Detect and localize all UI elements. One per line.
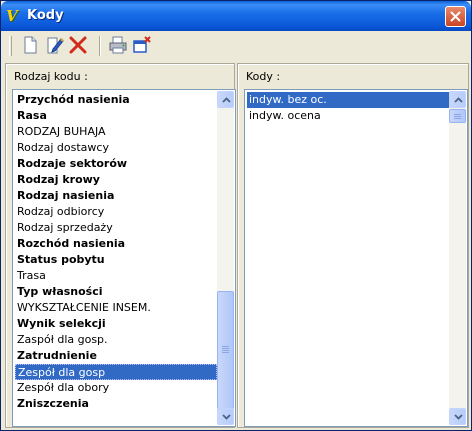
print-button[interactable] [107,34,129,56]
code-type-item[interactable]: Wynik selekcji [15,316,217,332]
edit-button[interactable] [43,34,65,56]
title-bar[interactable]: V Kody [1,1,471,31]
toolbar [5,32,467,59]
code-type-item[interactable]: WYKSZTAŁCENIE INSEM. [15,300,217,316]
code-type-item[interactable]: Zaspół dla gosp. [15,332,217,348]
code-type-item[interactable]: Trasa [15,268,217,284]
scroll-down-button[interactable] [217,408,234,425]
code-type-item[interactable]: Rodzaj nasienia [15,188,217,204]
code-type-item[interactable]: Rodzaj krowy [15,172,217,188]
toolbar-grip[interactable] [9,36,12,56]
code-type-item[interactable]: Typ własności [15,284,217,300]
delete-button[interactable] [67,34,89,56]
chevron-up-icon [222,97,231,103]
chevron-up-icon [454,97,463,103]
code-type-scrollbar[interactable] [217,91,234,425]
print-icon [109,36,127,54]
kody-window: V Kody Rodzaj kodu: Przychód nasienia R… [0,0,472,431]
chevron-down-icon [454,414,463,420]
edit-icon [47,37,64,54]
code-type-item[interactable]: Rodzaje sektorów [15,156,217,172]
code-type-list[interactable]: Przychód nasienia Rasa RODZAJ BUHAJA Rodzaj… [12,89,236,427]
code-type-item[interactable]: Przychód nasienia [15,92,217,108]
code-type-item[interactable]: Zespół dla gosp [15,364,217,380]
chevron-down-icon [222,414,231,420]
codes-list[interactable]: indyw. bez oc. indyw. ocena [244,89,468,427]
code-type-item[interactable]: Zatrudnienie [15,348,217,364]
codes-scroll-thumb[interactable] [449,109,466,123]
code-type-item[interactable]: Rodzaj odbiorcy [15,204,217,220]
codes-scroll-down-button[interactable] [449,408,466,425]
code-type-panel: Rodzaj kodu : Przychód nasienia Rasa RODZA… [5,63,236,428]
new-button[interactable] [19,34,41,56]
code-item[interactable]: indyw. ocena [247,108,449,124]
export-button[interactable] [131,34,153,56]
code-type-items: Przychód nasienia Rasa RODZAJ BUHAJA Rodzaj… [15,92,217,412]
code-type-item[interactable]: RODZAJ BUHAJA [15,124,217,140]
codes-scroll-up-button[interactable] [449,91,466,108]
code-type-item[interactable]: Rodzaj sprzedaży [15,220,217,236]
code-type-item[interactable]: Rozchód nasienia [15,236,217,252]
export-icon [133,36,151,53]
code-type-item[interactable]: Rodzaj dostawcy [15,140,217,156]
code-item[interactable]: indyw. bez oc. [247,92,449,108]
code-type-item[interactable]: Zespół dla obory [15,380,217,396]
codes-scrollbar[interactable] [449,91,466,425]
scroll-thumb[interactable] [217,291,234,409]
close-button[interactable] [445,6,466,27]
close-icon [450,11,461,22]
codes-label: Kody : [246,70,281,83]
scroll-up-button[interactable] [217,91,234,108]
code-type-label: Rodzaj kodu : [14,70,88,83]
delete-icon [69,36,87,54]
app-icon: V [6,7,18,25]
window-title: Kody [27,8,64,23]
code-type-item[interactable]: Status pobytu [15,252,217,268]
codes-panel: Kody : indyw. bez oc. indyw. ocena [237,63,469,428]
code-type-item[interactable]: Rasa [15,108,217,124]
toolbar-separator [99,36,101,56]
code-type-item[interactable]: Zniszczenia [15,396,217,412]
new-document-icon [24,36,37,54]
codes-items: indyw. bez oc. indyw. ocena [247,92,449,124]
